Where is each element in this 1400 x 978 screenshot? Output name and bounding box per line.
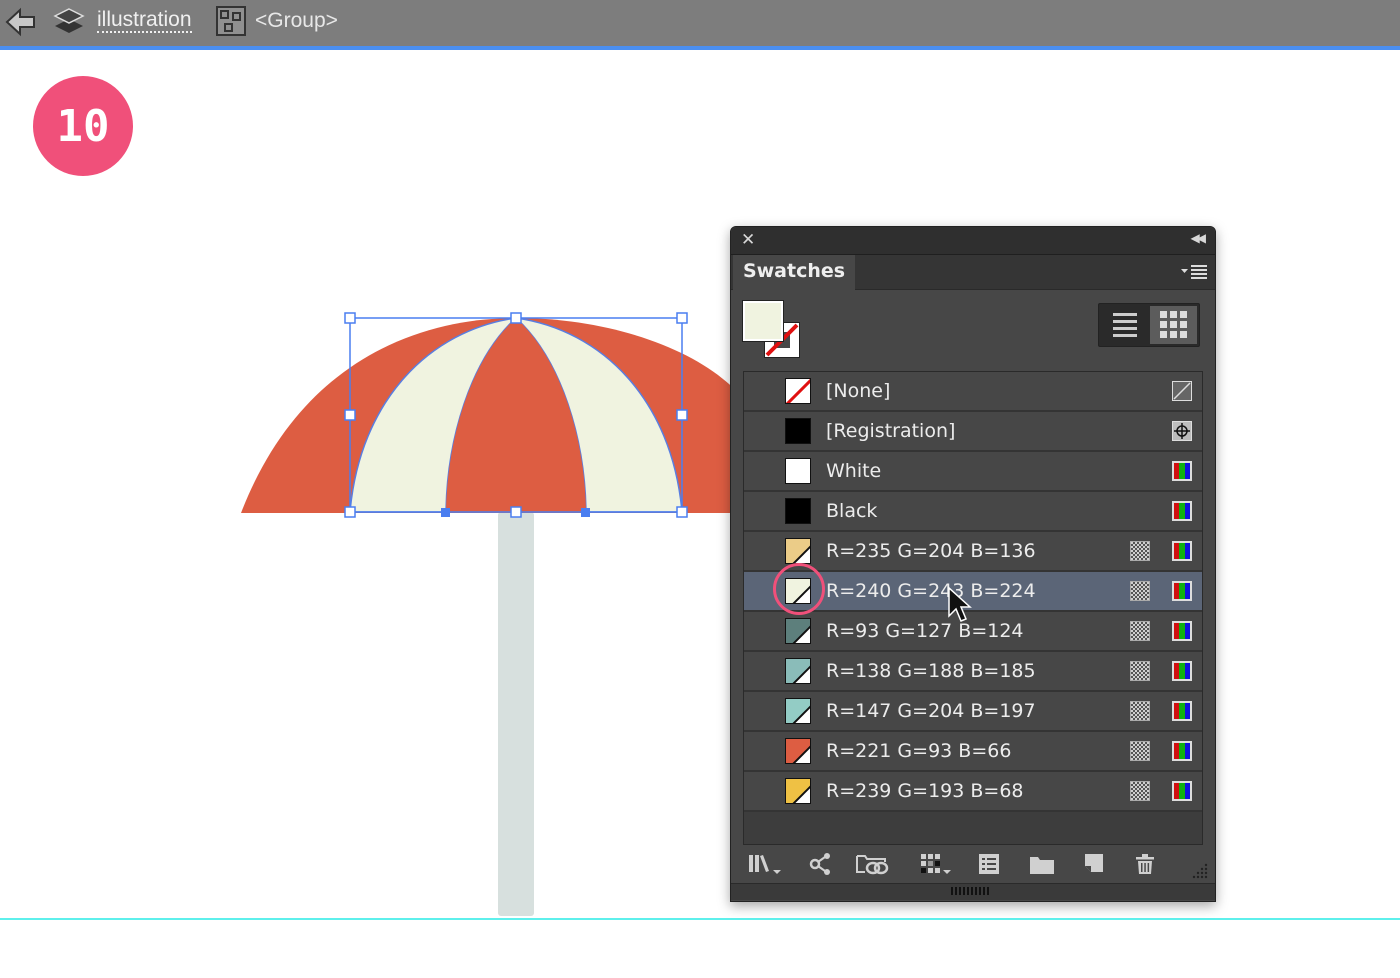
swatch-row-selected[interactable]: R=240 G=243 B=224 [744,572,1202,612]
swatch-name: White [826,460,882,482]
selection-handle[interactable] [344,312,356,324]
swatch-name: R=147 G=204 B=197 [826,700,1036,722]
swatch-row[interactable]: R=93 G=127 B=124 [744,612,1202,652]
swatch-chip [785,658,811,684]
panel-footer [731,847,1215,881]
global-swatch-icon [1130,581,1150,601]
panel-tabstrip: Swatches [731,255,1215,290]
swatch-options-icon[interactable] [977,852,1001,876]
none-icon [1172,381,1192,401]
swatch-list: [None] [Registration] White Black R=235 … [743,371,1203,845]
panel-resize-bar [731,883,1215,900]
selection-handle[interactable] [510,506,522,518]
swatch-row[interactable]: R=235 G=204 B=136 [744,532,1202,572]
registration-icon [1172,421,1192,441]
global-swatch-icon [1130,741,1150,761]
swatches-panel: ✕ ◀◀ Swatches [None] [Registration] Whit… [730,226,1216,902]
swatch-chip-black [785,498,811,524]
panel-menu-icon[interactable] [1179,263,1209,281]
rgb-icon [1172,621,1192,641]
swatch-row[interactable]: R=221 G=93 B=66 [744,732,1202,772]
share-icon[interactable] [809,852,833,876]
panel-titlebar[interactable]: ✕ ◀◀ [731,227,1215,255]
global-swatch-icon [1130,541,1150,561]
panel-grip-handle[interactable] [951,887,991,895]
rgb-icon [1172,541,1192,561]
swatch-chip-none [785,378,811,404]
rgb-icon [1172,501,1192,521]
swatch-chip-registration [785,418,811,444]
swatch-row-black[interactable]: Black [744,492,1202,532]
anchor-point[interactable] [581,508,590,517]
swatch-name: R=93 G=127 B=124 [826,620,1024,642]
swatch-chip-white [785,458,811,484]
global-swatch-icon [1130,701,1150,721]
grid-view-icon [1160,311,1187,338]
tab-swatches[interactable]: Swatches [733,255,855,290]
selection-handle[interactable] [344,409,356,421]
swatch-libraries-menu-icon[interactable] [747,852,787,876]
global-swatch-icon [1130,661,1150,681]
swatch-row-registration[interactable]: [Registration] [744,412,1202,452]
show-swatch-kinds-menu-icon[interactable] [919,852,957,876]
selection-handle[interactable] [344,506,356,518]
resize-handle-icon[interactable] [1189,859,1209,883]
swatch-name: R=239 G=193 B=68 [826,780,1024,802]
swatch-name: [None] [826,380,891,402]
grid-view-button[interactable] [1150,306,1197,344]
swatch-name: R=235 G=204 B=136 [826,540,1036,562]
global-swatch-icon [1130,781,1150,801]
rgb-icon [1172,661,1192,681]
rgb-icon [1172,701,1192,721]
selection-handle[interactable] [676,409,688,421]
swatch-chip [785,698,811,724]
cc-libraries-icon[interactable] [855,852,891,876]
close-icon[interactable]: ✕ [741,230,755,250]
swatch-row[interactable]: R=239 G=193 B=68 [744,772,1202,812]
swatch-name: R=138 G=188 B=185 [826,660,1036,682]
swatch-name: R=221 G=93 B=66 [826,740,1012,762]
swatch-row[interactable]: R=138 G=188 B=185 [744,652,1202,692]
swatch-chip [785,538,811,564]
rgb-icon [1172,581,1192,601]
swatch-chip [785,578,811,604]
umbrella-pole[interactable] [498,512,534,916]
swatch-row-none[interactable]: [None] [744,372,1202,412]
list-view-icon [1113,313,1137,337]
rgb-icon [1172,781,1192,801]
new-color-group-icon[interactable] [1029,852,1055,876]
view-toggle [1098,303,1200,347]
swatch-chip [785,738,811,764]
swatch-row-white[interactable]: White [744,452,1202,492]
swatch-chip [785,618,811,644]
selection-handle[interactable] [510,312,522,324]
rgb-icon [1172,461,1192,481]
swatch-name: R=240 G=243 B=224 [826,580,1036,602]
rgb-icon [1172,741,1192,761]
swatch-name: [Registration] [826,420,956,442]
swatch-chip [785,778,811,804]
global-swatch-icon [1130,621,1150,641]
selection-handle[interactable] [676,506,688,518]
anchor-point[interactable] [441,508,450,517]
swatch-name: Black [826,500,878,522]
list-view-button[interactable] [1101,306,1147,344]
fill-stroke-indicator[interactable] [743,301,805,363]
new-swatch-icon[interactable] [1081,852,1105,876]
selection-handle[interactable] [676,312,688,324]
collapse-icon[interactable]: ◀◀ [1191,231,1207,245]
swatch-row[interactable]: R=147 G=204 B=197 [744,692,1202,732]
artboard-guide-line [0,918,1400,920]
fill-swatch[interactable] [743,301,783,341]
delete-swatch-icon[interactable] [1133,852,1157,876]
